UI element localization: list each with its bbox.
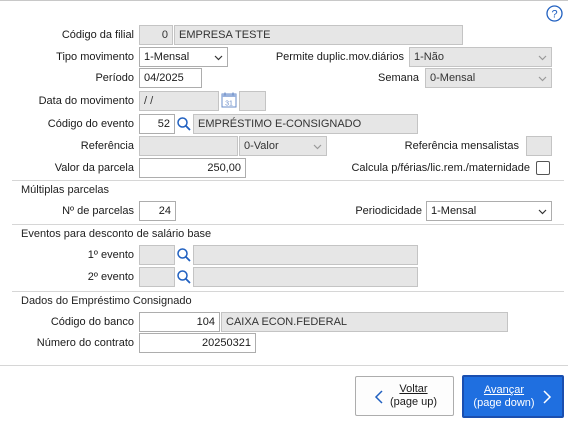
n-parcelas-input[interactable]: 24 xyxy=(139,201,176,221)
chevron-right-icon xyxy=(543,390,552,404)
svg-text:?: ? xyxy=(551,9,557,21)
help-icon[interactable]: ? xyxy=(546,5,563,22)
back-button-shortcut: (page up) xyxy=(389,396,438,408)
calendar-icon[interactable]: 31 xyxy=(221,91,237,109)
referencia-mensalistas-field xyxy=(526,136,552,156)
periodicidade-value: 1-Mensal xyxy=(431,205,477,217)
evento1-name-field xyxy=(193,245,418,265)
valor-parcela-input[interactable]: 250,00 xyxy=(139,158,246,178)
referencia-mensalistas-label: Referência mensalistas xyxy=(404,140,519,152)
semana-select: 0-Mensal xyxy=(425,68,552,88)
evento1-code-field xyxy=(139,245,175,265)
search-icon[interactable] xyxy=(176,246,192,264)
numero-contrato-label: Número do contrato xyxy=(36,337,134,349)
footer-divider xyxy=(0,365,568,366)
emprestimo-section-title: Dados do Empréstimo Consignado xyxy=(21,295,192,307)
semana-label: Semana xyxy=(378,72,419,84)
tipo-movimento-select[interactable]: 1-Mensal xyxy=(139,47,228,67)
chevron-down-icon xyxy=(214,55,223,61)
evento1-label: 1º evento xyxy=(87,249,134,261)
permite-duplic-value: 1-Não xyxy=(414,51,444,63)
section-divider xyxy=(12,291,564,292)
multiplas-section-title: Múltiplas parcelas xyxy=(21,184,110,196)
calcula-label: Calcula p/férias/lic.rem./maternidade xyxy=(351,162,530,174)
eventos-desconto-section-title: Eventos para desconto de salário base xyxy=(21,228,212,240)
referencia-type-value: 0-Valor xyxy=(244,140,279,152)
valor-parcela-label: Valor da parcela xyxy=(54,162,134,174)
periodicidade-label: Periodicidade xyxy=(355,205,422,217)
chevron-down-icon xyxy=(538,55,547,61)
referencia-label: Referência xyxy=(80,140,134,152)
periodo-label: Período xyxy=(95,72,134,84)
data-movimento-label: Data do movimento xyxy=(38,95,134,107)
referencia-input xyxy=(139,136,238,156)
periodicidade-select[interactable]: 1-Mensal xyxy=(426,201,552,221)
semana-value: 0-Mensal xyxy=(430,72,476,84)
codigo-evento-label: Código do evento xyxy=(47,118,134,130)
numero-contrato-input[interactable]: 20250321 xyxy=(139,333,256,353)
tipo-movimento-value: 1-Mensal xyxy=(144,51,190,63)
banco-name-field: CAIXA ECON.FEDERAL xyxy=(221,312,508,332)
chevron-down-icon xyxy=(538,76,547,82)
permite-duplic-select: 1-Não xyxy=(409,47,552,67)
n-parcelas-label: Nº de parcelas xyxy=(62,205,134,217)
section-divider xyxy=(12,180,564,181)
evento2-code-field xyxy=(139,267,175,287)
next-button-shortcut: (page down) xyxy=(473,397,535,409)
calcula-checkbox[interactable] xyxy=(536,161,550,175)
evento2-label: 2º evento xyxy=(87,271,134,283)
filial-label: Código da filial xyxy=(61,29,134,41)
search-icon[interactable] xyxy=(176,268,192,286)
tipo-movimento-label: Tipo movimento xyxy=(56,51,134,63)
codigo-banco-input[interactable]: 104 xyxy=(139,312,220,332)
window-top-border xyxy=(0,0,568,1)
search-icon[interactable] xyxy=(176,115,192,133)
section-divider xyxy=(12,224,564,225)
chevron-left-icon xyxy=(374,390,383,404)
filial-code-field: 0 xyxy=(139,25,173,45)
evento2-name-field xyxy=(193,267,418,287)
data-movimento-input: / / xyxy=(139,91,219,111)
codigo-evento-name-field: EMPRÉSTIMO E-CONSIGNADO xyxy=(193,114,418,134)
periodo-input[interactable]: 04/2025 xyxy=(139,68,202,88)
back-button[interactable]: Voltar (page up) xyxy=(355,376,454,416)
codigo-banco-label: Código do banco xyxy=(50,316,134,328)
chevron-down-icon xyxy=(313,144,322,150)
svg-text:31: 31 xyxy=(225,101,233,108)
back-button-label: Voltar xyxy=(399,383,428,395)
permite-duplic-label: Permite duplic.mov.diários xyxy=(275,51,404,63)
referencia-type-select: 0-Valor xyxy=(239,136,327,156)
next-button-label: Avançar xyxy=(483,384,525,396)
chevron-down-icon xyxy=(538,209,547,215)
codigo-evento-input[interactable]: 52 xyxy=(139,114,175,134)
next-button[interactable]: Avançar (page down) xyxy=(462,375,564,418)
filial-name-field: EMPRESA TESTE xyxy=(174,25,463,45)
data-movimento-extra-field xyxy=(239,91,266,111)
